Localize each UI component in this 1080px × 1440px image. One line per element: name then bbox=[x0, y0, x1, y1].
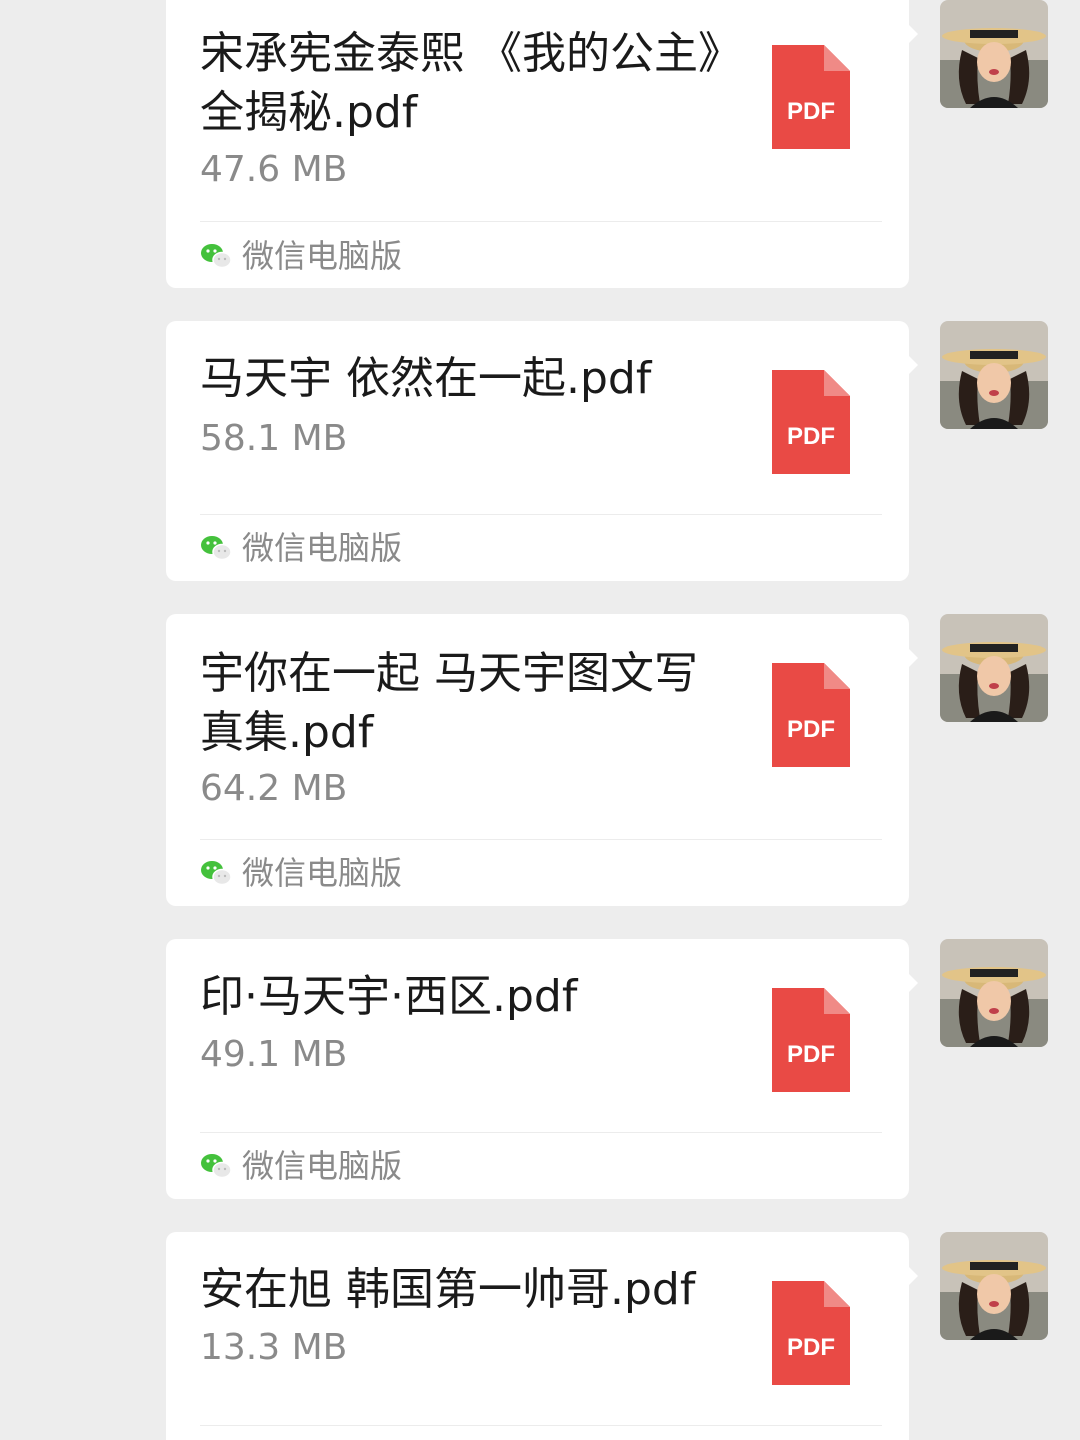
divider bbox=[200, 1132, 882, 1133]
pdf-label: PDF bbox=[787, 1041, 835, 1068]
bubble-tail bbox=[908, 24, 918, 44]
file-message-bubble[interactable]: 宇你在一起 马天宇图文写真集.pdf 64.2 MB PDF 微信电脑版 bbox=[166, 614, 918, 906]
user-avatar[interactable] bbox=[940, 939, 1048, 1047]
pdf-label: PDF bbox=[787, 716, 835, 743]
file-size: 64.2 MB bbox=[200, 768, 348, 809]
file-message-bubble[interactable]: 马天宇 依然在一起.pdf 58.1 MB PDF 微信电脑版 bbox=[166, 321, 918, 581]
bubble-tail bbox=[908, 1266, 918, 1286]
wechat-icon bbox=[201, 536, 232, 561]
file-message-bubble[interactable]: 安在旭 韩国第一帅哥.pdf 13.3 MB PDF bbox=[166, 1232, 918, 1440]
avatar-image bbox=[940, 614, 1048, 722]
pdf-label: PDF bbox=[787, 98, 835, 125]
file-name: 马天宇 依然在一起.pdf bbox=[200, 353, 652, 404]
user-avatar[interactable] bbox=[940, 614, 1048, 722]
message-source: 微信电脑版 bbox=[200, 528, 402, 568]
user-avatar[interactable] bbox=[940, 0, 1048, 108]
source-label: 微信电脑版 bbox=[242, 529, 403, 567]
message-source: 微信电脑版 bbox=[200, 853, 402, 893]
source-label: 微信电脑版 bbox=[242, 1147, 403, 1185]
pdf-file-icon: PDF bbox=[772, 1281, 850, 1385]
file-name: 安在旭 韩国第一帅哥.pdf bbox=[200, 1264, 696, 1315]
pdf-file-icon: PDF bbox=[772, 663, 850, 767]
divider bbox=[200, 839, 882, 840]
file-size: 58.1 MB bbox=[200, 418, 348, 459]
file-name: 宇你在一起 马天宇图文写真集.pdf bbox=[200, 648, 698, 758]
user-avatar[interactable] bbox=[940, 321, 1048, 429]
divider bbox=[200, 1425, 882, 1426]
pdf-label: PDF bbox=[787, 1334, 835, 1361]
file-name: 印·马天宇·西区.pdf bbox=[200, 971, 578, 1022]
file-size: 47.6 MB bbox=[200, 149, 348, 190]
pdf-file-icon: PDF bbox=[772, 370, 850, 474]
file-message-bubble[interactable]: 宋承宪金泰熙 《我的公主》全揭秘.pdf 47.6 MB PDF 微信电脑版 bbox=[166, 0, 918, 288]
divider bbox=[200, 514, 882, 515]
pdf-file-icon: PDF bbox=[772, 988, 850, 1092]
file-size: 13.3 MB bbox=[200, 1327, 348, 1368]
file-name: 宋承宪金泰熙 《我的公主》全揭秘.pdf bbox=[200, 28, 720, 138]
message-source: 微信电脑版 bbox=[200, 236, 402, 276]
file-message-bubble[interactable]: 印·马天宇·西区.pdf 49.1 MB PDF 微信电脑版 bbox=[166, 939, 918, 1199]
source-label: 微信电脑版 bbox=[242, 237, 403, 275]
avatar-image bbox=[940, 321, 1048, 429]
message-source: 微信电脑版 bbox=[200, 1146, 402, 1186]
wechat-icon bbox=[201, 1154, 232, 1179]
source-label: 微信电脑版 bbox=[242, 854, 403, 892]
chat-message-list[interactable]: 宋承宪金泰熙 《我的公主》全揭秘.pdf 47.6 MB PDF 微信电脑版 马… bbox=[0, 0, 1080, 1440]
bubble-tail bbox=[908, 973, 918, 993]
wechat-icon bbox=[201, 244, 232, 269]
wechat-icon bbox=[201, 861, 232, 886]
avatar-image bbox=[940, 1232, 1048, 1340]
file-size: 49.1 MB bbox=[200, 1034, 348, 1075]
bubble-tail bbox=[908, 355, 918, 375]
avatar-image bbox=[940, 939, 1048, 1047]
pdf-file-icon: PDF bbox=[772, 45, 850, 149]
divider bbox=[200, 221, 882, 222]
pdf-label: PDF bbox=[787, 423, 835, 450]
user-avatar[interactable] bbox=[940, 1232, 1048, 1340]
bubble-tail bbox=[908, 648, 918, 668]
avatar-image bbox=[940, 0, 1048, 108]
